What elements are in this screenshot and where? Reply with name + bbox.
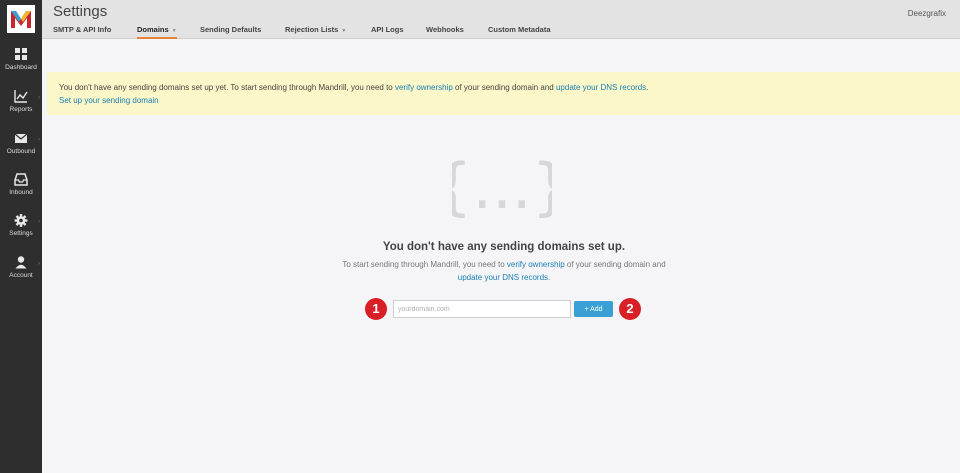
no-domains-alert: You don't have any sending domains set u… — [47, 72, 960, 115]
envelope-icon — [14, 133, 28, 143]
chevron-right-icon: › — [38, 95, 40, 101]
chevron-right-icon: › — [38, 137, 40, 143]
alert-text: You don't have any sending domains set u… — [59, 83, 395, 92]
tab-smtp-api-info[interactable]: SMTP & API Info — [53, 25, 111, 34]
update-dns-link[interactable]: update your DNS records — [556, 83, 646, 92]
step-badge-2: 2 — [619, 298, 641, 320]
sidebar-item-label: Settings — [9, 230, 33, 237]
tab-domains[interactable]: Domains ▼ — [137, 25, 177, 39]
alert-text: of your sending domain and — [452, 83, 556, 92]
tab-label: Sending Defaults — [200, 25, 262, 34]
empty-state-text: To start sending through Mandrill, you n… — [0, 260, 960, 269]
empty-state-text: update your DNS records. — [0, 273, 960, 282]
update-dns-link[interactable]: update your DNS records — [458, 273, 548, 282]
step-badge-1: 1 — [365, 298, 387, 320]
gear-icon — [14, 214, 28, 227]
sidebar-item-outbound[interactable]: Outbound › — [0, 132, 42, 172]
empty-state-title: You don't have any sending domains set u… — [382, 241, 626, 253]
setup-sending-domain-link[interactable]: Set up your sending domain — [59, 96, 159, 105]
tab-label: Rejection Lists — [285, 25, 339, 34]
add-domain-button[interactable]: + Add — [574, 301, 613, 317]
chevron-right-icon: › — [38, 219, 40, 225]
tab-label: Custom Metadata — [488, 25, 551, 34]
alert-message: You don't have any sending domains set u… — [59, 83, 648, 92]
tab-label: Webhooks — [426, 25, 464, 34]
tab-label: Domains — [137, 25, 169, 34]
sidebar-item-dashboard[interactable]: Dashboard — [0, 48, 42, 88]
sidebar-item-reports[interactable]: Reports › — [0, 90, 42, 130]
mandrill-logo-icon — [7, 5, 35, 33]
inbox-icon — [14, 173, 28, 186]
verify-ownership-link[interactable]: verify ownership — [395, 83, 453, 92]
chevron-down-icon: ▼ — [171, 28, 177, 34]
tab-rejection-lists[interactable]: Rejection Lists ▼ — [285, 25, 346, 34]
alert-setup-line: Set up your sending domain — [59, 96, 159, 105]
empty-braces-icon: {...} — [452, 153, 552, 221]
tab-label: SMTP & API Info — [53, 25, 112, 34]
empty-braces-text: {...} — [452, 153, 552, 221]
tab-sending-defaults[interactable]: Sending Defaults — [200, 25, 261, 34]
chevron-down-icon: ▼ — [341, 28, 347, 34]
sidebar-item-label: Outbound — [6, 148, 36, 155]
tab-custom-metadata[interactable]: Custom Metadata — [488, 25, 551, 34]
tab-webhooks[interactable]: Webhooks — [426, 25, 464, 34]
verify-ownership-link[interactable]: verify ownership — [507, 260, 565, 269]
alert-text: . — [646, 83, 649, 92]
empty-text: To start sending through Mandrill, you n… — [342, 260, 507, 269]
chart-icon — [14, 90, 28, 103]
empty-text: of your sending domain and — [564, 260, 666, 269]
empty-text: . — [548, 273, 551, 282]
sidebar: Dashboard Reports › Outbound › Inbound S… — [0, 0, 42, 473]
grid-icon — [15, 48, 27, 60]
sidebar-item-label: Inbound — [9, 189, 33, 196]
sidebar-item-label: Reports — [9, 106, 33, 113]
mandrill-logo[interactable] — [7, 5, 35, 33]
tab-api-logs[interactable]: API Logs — [371, 25, 404, 34]
header: Settings Deezgrafix SMTP & API Info Doma… — [42, 0, 960, 39]
user-menu[interactable]: Deezgrafix — [908, 9, 946, 18]
page-title: Settings — [53, 3, 108, 20]
sidebar-item-label: Dashboard — [5, 64, 37, 71]
sidebar-item-inbound[interactable]: Inbound — [0, 173, 42, 213]
tab-label: API Logs — [371, 25, 404, 34]
domain-input[interactable] — [393, 300, 571, 318]
